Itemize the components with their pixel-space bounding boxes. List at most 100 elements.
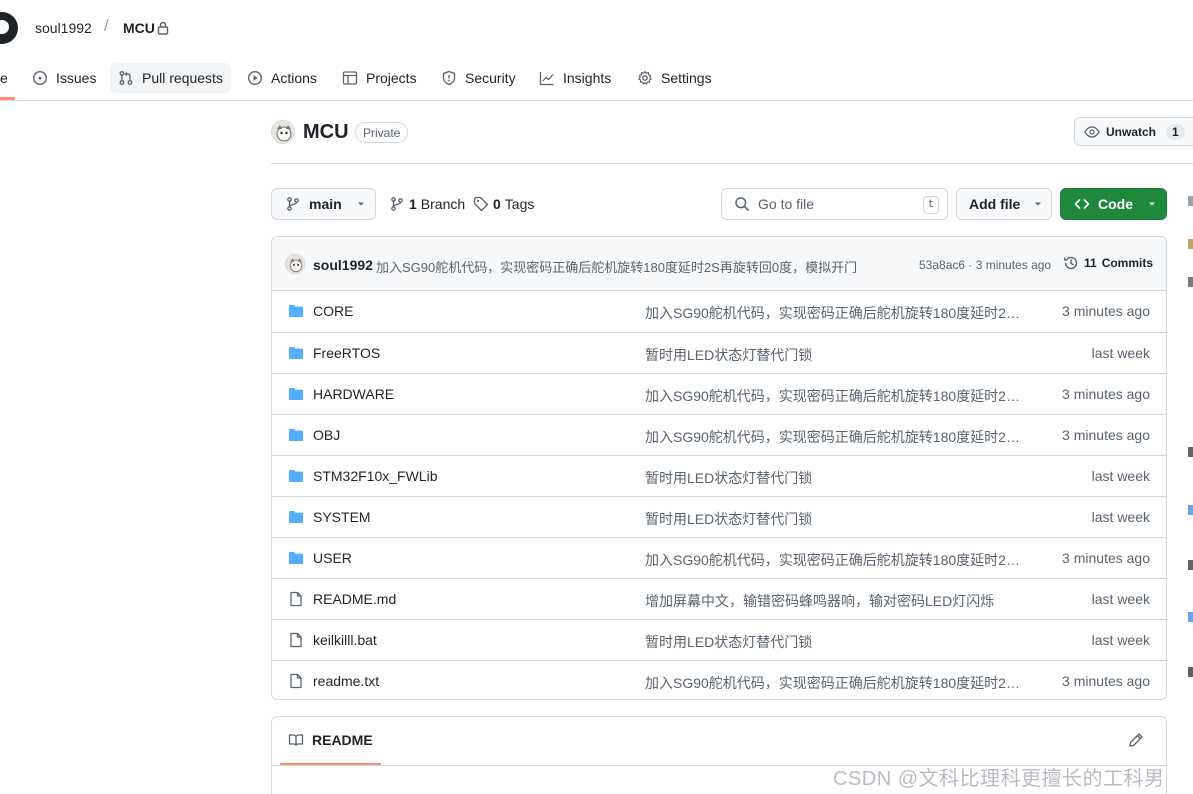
tab-security[interactable]: Security (433, 63, 524, 93)
file-icon (288, 632, 304, 651)
branch-name: main (309, 196, 342, 212)
latest-commit-bar: soul1992 加入SG90舵机代码，实现密码正确后舵机旋转180度延时2S再… (272, 237, 1166, 291)
unwatch-button[interactable]: Unwatch 1 (1074, 117, 1193, 146)
branches-link[interactable]: 1 Branch (389, 196, 465, 212)
file-commit-message[interactable]: 加入SG90舵机代码，实现密码正确后舵机旋转180度延时2S再旋转回0度，模拟开… (645, 673, 1025, 693)
tab-projects-label: Projects (366, 70, 417, 86)
commits-label: Commits (1101, 256, 1154, 270)
commits-count: 11 (1084, 256, 1097, 270)
file-icon (288, 673, 304, 692)
file-row[interactable]: CORE 加入SG90舵机代码，实现密码正确后舵机旋转180度延时2S再旋转回0度… (272, 291, 1166, 332)
repo-title[interactable]: MCU (303, 121, 349, 144)
sidebar-link-fragment (1188, 612, 1193, 622)
add-file-button[interactable]: Add file (956, 188, 1052, 220)
file-name-link[interactable]: USER (313, 550, 352, 566)
breadcrumb-repo[interactable]: MCU (123, 20, 155, 36)
file-icon (288, 591, 304, 610)
file-commit-message[interactable]: 加入SG90舵机代码，实现密码正确后舵机旋转180度延时2S再旋转回0度，模拟开… (645, 303, 1025, 323)
file-row[interactable]: FreeRTOS 暂时用LED状态灯替代门锁 last week (272, 332, 1166, 373)
readme-tab-label: README (312, 732, 373, 748)
tab-pull-requests[interactable]: Pull requests (110, 63, 231, 93)
repo-owner-avatar[interactable] (271, 120, 295, 144)
breadcrumb-owner[interactable]: soul1992 (35, 20, 92, 36)
commit-author-avatar[interactable] (285, 254, 305, 274)
tags-link[interactable]: 0 Tags (473, 196, 534, 212)
file-name-link[interactable]: FreeRTOS (313, 345, 380, 361)
tab-issues[interactable]: Issues (24, 63, 104, 93)
file-commit-message[interactable]: 增加屏幕中文，输错密码蜂鸣器响，输对密码LED灯闪烁 (645, 591, 1025, 611)
sidebar-link-fragment (1188, 505, 1193, 515)
top-header: soul1992 / MCU (0, 0, 1193, 56)
branch-icon (391, 197, 403, 211)
file-row[interactable]: readme.txt 加入SG90舵机代码，实现密码正确后舵机旋转180度延时2S… (272, 660, 1166, 699)
tab-code[interactable]: e (0, 63, 16, 93)
caret-down-icon (357, 202, 364, 206)
play-icon (247, 70, 263, 86)
file-row[interactable]: OBJ 加入SG90舵机代码，实现密码正确后舵机旋转180度延时2S再旋转回0度，… (272, 414, 1166, 455)
add-file-label: Add file (969, 196, 1021, 212)
csdn-watermark: CSDN @文科比理科更擅长的工科男 (833, 768, 1165, 790)
file-commit-message[interactable]: 加入SG90舵机代码，实现密码正确后舵机旋转180度延时2S再旋转回0度，模拟开… (645, 427, 1025, 447)
file-commit-time: 3 minutes ago (1062, 673, 1150, 689)
tab-insights-label: Insights (563, 70, 612, 86)
folder-icon (288, 550, 304, 569)
eye-icon (1084, 125, 1100, 138)
readme-tab[interactable]: README (280, 717, 381, 765)
book-icon (288, 734, 304, 747)
caret-down-icon (1035, 202, 1042, 206)
file-name-link[interactable]: README.md (313, 591, 396, 607)
commit-author[interactable]: soul1992 (313, 257, 373, 273)
go-to-file-box[interactable]: t (721, 188, 948, 220)
file-commit-time: 3 minutes ago (1062, 303, 1150, 319)
file-row[interactable]: keilkilll.bat 暂时用LED状态灯替代门锁 last week (272, 619, 1166, 660)
go-to-file-input[interactable] (758, 196, 908, 212)
file-commit-time: last week (1091, 345, 1150, 361)
tab-code-active-indicator (0, 97, 15, 100)
file-name-link[interactable]: readme.txt (313, 673, 379, 689)
sidebar-heading-fragment (1188, 196, 1193, 206)
file-name-link[interactable]: CORE (313, 303, 353, 319)
file-name-link[interactable]: SYSTEM (313, 509, 371, 525)
file-commit-message[interactable]: 暂时用LED状态灯替代门锁 (645, 509, 1025, 529)
file-row[interactable]: README.md 增加屏幕中文，输错密码蜂鸣器响，输对密码LED灯闪烁 last … (272, 578, 1166, 619)
pencil-icon[interactable] (1128, 732, 1144, 748)
tag-count-label: Tags (504, 196, 535, 212)
folder-icon (288, 427, 304, 446)
file-commit-message[interactable]: 暂时用LED状态灯替代门锁 (645, 345, 1025, 365)
file-commit-time: last week (1091, 591, 1150, 607)
folder-icon (288, 509, 304, 528)
branch-select-button[interactable]: main (271, 188, 376, 220)
lock-icon (157, 21, 169, 35)
commits-history-link[interactable]: 11 Commits (1063, 255, 1153, 271)
file-commit-message[interactable]: 加入SG90舵机代码，实现密码正确后舵机旋转180度延时2S再旋转回0度，模拟开… (645, 386, 1025, 406)
file-name-link[interactable]: STM32F10x_FWLib (313, 468, 437, 484)
branch-count: 1 (409, 196, 417, 212)
github-logo-icon[interactable] (0, 12, 18, 44)
go-to-file-shortcut: t (923, 196, 939, 214)
file-row[interactable]: STM32F10x_FWLib 暂时用LED状态灯替代门锁 last week (272, 455, 1166, 496)
file-row[interactable]: USER 加入SG90舵机代码，实现密码正确后舵机旋转180度延时2S再旋转回0度… (272, 537, 1166, 578)
commit-meta[interactable]: 53a8ac6 · 3 minutes ago (919, 258, 1051, 272)
tab-insights[interactable]: Insights (531, 63, 619, 93)
file-commit-message[interactable]: 加入SG90舵机代码，实现密码正确后舵机旋转180度延时2S再旋转回0度，模拟开… (645, 550, 1025, 570)
tab-actions-label: Actions (271, 70, 317, 86)
file-commit-time: last week (1091, 509, 1150, 525)
file-commit-message[interactable]: 暂时用LED状态灯替代门锁 (645, 632, 1025, 652)
file-commit-time: 3 minutes ago (1062, 386, 1150, 402)
title-divider (271, 163, 1193, 164)
commit-message[interactable]: 加入SG90舵机代码，实现密码正确后舵机旋转180度延时2S再旋转回0度，模拟开… (376, 257, 857, 276)
file-name-link[interactable]: HARDWARE (313, 386, 394, 402)
tab-projects[interactable]: Projects (334, 63, 425, 93)
file-row[interactable]: SYSTEM 暂时用LED状态灯替代门锁 last week (272, 496, 1166, 537)
sidebar-text-fragment (1188, 667, 1193, 677)
file-commit-message[interactable]: 暂时用LED状态灯替代门锁 (645, 468, 1025, 488)
file-row[interactable]: HARDWARE 加入SG90舵机代码，实现密码正确后舵机旋转180度延时2S再旋… (272, 373, 1166, 414)
tag-icon (473, 196, 489, 212)
tab-security-label: Security (465, 70, 516, 86)
tab-settings[interactable]: Settings (629, 63, 720, 93)
code-button[interactable]: Code (1060, 188, 1167, 220)
tab-actions[interactable]: Actions (239, 63, 325, 93)
file-name-link[interactable]: OBJ (313, 427, 340, 443)
sidebar-text-fragment (1188, 447, 1193, 457)
file-name-link[interactable]: keilkilll.bat (313, 632, 377, 648)
